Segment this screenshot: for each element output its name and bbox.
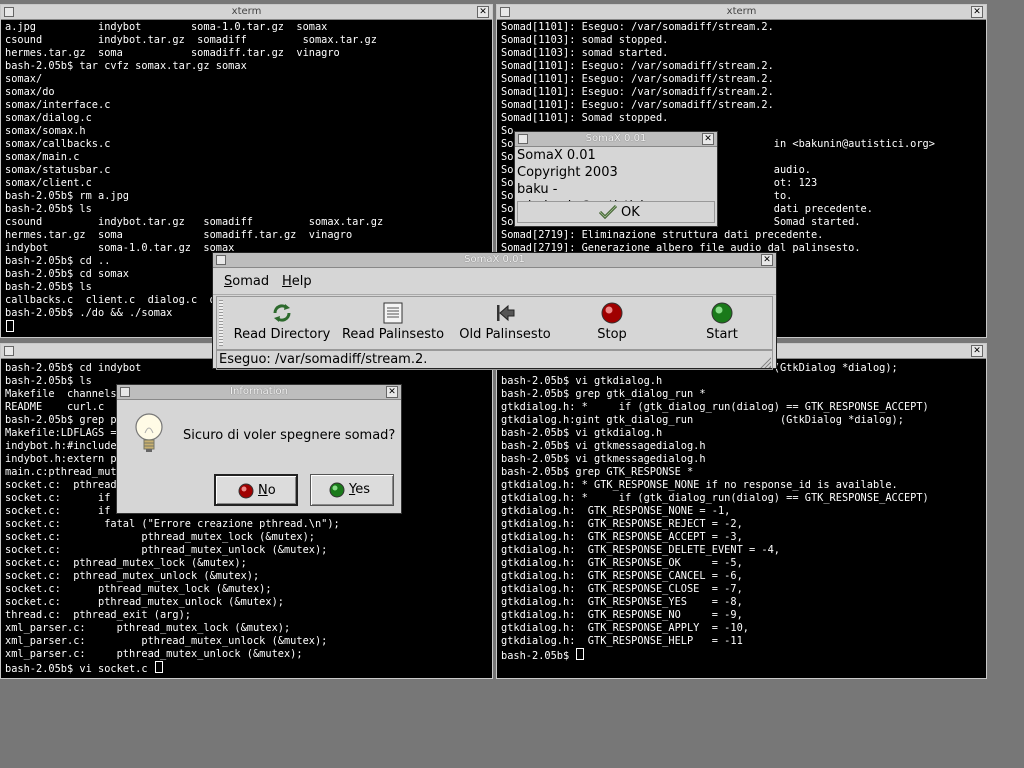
stop-label: Stop xyxy=(597,327,627,342)
lightbulb-icon xyxy=(133,411,165,461)
terminal-prompt: bash-2.05b$ vi socket.c xyxy=(5,663,154,675)
no-label: No xyxy=(258,483,276,498)
red-light-icon xyxy=(238,483,254,503)
terminal-cursor xyxy=(576,648,585,660)
document-icon xyxy=(341,301,445,325)
no-mnemonic: N xyxy=(258,483,268,498)
refresh-icon xyxy=(231,301,333,325)
window-menu-icon[interactable] xyxy=(120,387,130,397)
window-menu-icon[interactable] xyxy=(4,7,14,17)
terminal-prompt: bash-2.05b$ xyxy=(501,650,576,662)
window-menu-icon[interactable] xyxy=(4,346,14,356)
close-icon[interactable]: ✕ xyxy=(702,133,714,145)
titlebar[interactable]: SomaX 0.01 ✕ xyxy=(213,253,776,268)
window-title: SomaX 0.01 xyxy=(464,254,525,265)
resize-grip-icon[interactable] xyxy=(759,356,771,368)
read-directory-button[interactable]: Read Directory xyxy=(231,299,333,347)
close-icon[interactable]: ✕ xyxy=(761,254,773,266)
read-palinsesto-label: Read Palinsesto xyxy=(341,327,445,342)
yes-label: Yes xyxy=(349,482,370,497)
somax-main-window[interactable]: SomaX 0.01 ✕ Somad Help Read Directory R… xyxy=(212,252,777,370)
old-palinsesto-button[interactable]: Old Palinsesto xyxy=(455,299,555,347)
titlebar[interactable]: Information ✕ xyxy=(117,385,401,400)
window-menu-icon[interactable] xyxy=(216,255,226,265)
green-light-icon xyxy=(697,301,747,325)
green-light-icon xyxy=(329,482,345,502)
status-text: Eseguo: /var/somadiff/stream.2. xyxy=(219,352,428,367)
close-icon[interactable]: ✕ xyxy=(386,386,398,398)
ok-label: OK xyxy=(621,205,640,220)
menu-somad-label: omad xyxy=(232,274,270,289)
window-title: xterm xyxy=(231,6,262,17)
start-button[interactable]: Start xyxy=(697,299,747,347)
yes-button[interactable]: Yes xyxy=(310,474,394,506)
menu-help[interactable]: Help xyxy=(282,274,312,289)
titlebar[interactable]: xterm ✕ xyxy=(1,5,492,20)
titlebar[interactable]: xterm ✕ xyxy=(497,5,986,20)
window-title: Information xyxy=(230,386,288,397)
old-palinsesto-label: Old Palinsesto xyxy=(459,327,551,342)
window-title: xterm xyxy=(726,6,757,17)
yes-label-rest: es xyxy=(355,482,370,497)
about-app-name: SomaX 0.01 xyxy=(517,148,596,163)
no-label-rest: o xyxy=(267,483,276,498)
menu-somad[interactable]: Somad xyxy=(224,274,269,289)
menubar: Somad Help xyxy=(213,268,776,295)
menu-help-mnemonic: H xyxy=(282,274,292,289)
close-icon[interactable]: ✕ xyxy=(971,345,983,357)
terminal-lines: (GtkDialog *dialog); bash-2.05b$ vi gtkd… xyxy=(501,362,929,647)
menu-help-label: elp xyxy=(291,274,312,289)
about-copyright: Copyright 2003 xyxy=(517,165,618,180)
ok-button[interactable]: OK xyxy=(517,201,715,223)
stop-button[interactable]: Stop xyxy=(587,299,637,347)
terminal-cursor xyxy=(154,661,163,673)
toolbar: Read Directory Read Palinsesto Old Palin… xyxy=(216,296,773,350)
close-icon[interactable]: ✕ xyxy=(477,6,489,18)
read-directory-label: Read Directory xyxy=(233,327,331,342)
xterm-window-bottom-right[interactable]: xterm ✕ (GtkDialog *dialog); bash-2.05b$… xyxy=(496,343,987,679)
close-icon[interactable]: ✕ xyxy=(971,6,983,18)
window-title: SomaX 0.01 xyxy=(585,133,647,144)
titlebar[interactable]: SomaX 0.01 ✕ xyxy=(515,132,717,147)
start-label: Start xyxy=(706,327,738,342)
read-palinsesto-button[interactable]: Read Palinsesto xyxy=(341,299,445,347)
back-to-start-icon xyxy=(455,301,555,325)
terminal-output[interactable]: (GtkDialog *dialog); bash-2.05b$ vi gtkd… xyxy=(501,362,984,676)
about-dialog[interactable]: SomaX 0.01 ✕ SomaX 0.01 Copyright 2003 b… xyxy=(514,131,718,227)
toolbar-drag-handle[interactable] xyxy=(219,300,223,346)
window-menu-icon[interactable] xyxy=(518,134,528,144)
no-button[interactable]: No xyxy=(214,474,298,506)
terminal-cursor xyxy=(6,320,14,332)
red-light-icon xyxy=(587,301,637,325)
ok-check-icon xyxy=(598,204,618,224)
statusbar: Eseguo: /var/somadiff/stream.2. xyxy=(216,350,773,370)
information-dialog[interactable]: Information ✕ Sicuro di voler spegnere s… xyxy=(116,384,402,514)
dialog-message: Sicuro di voler spegnere somad? xyxy=(183,428,396,443)
window-menu-icon[interactable] xyxy=(500,7,510,17)
